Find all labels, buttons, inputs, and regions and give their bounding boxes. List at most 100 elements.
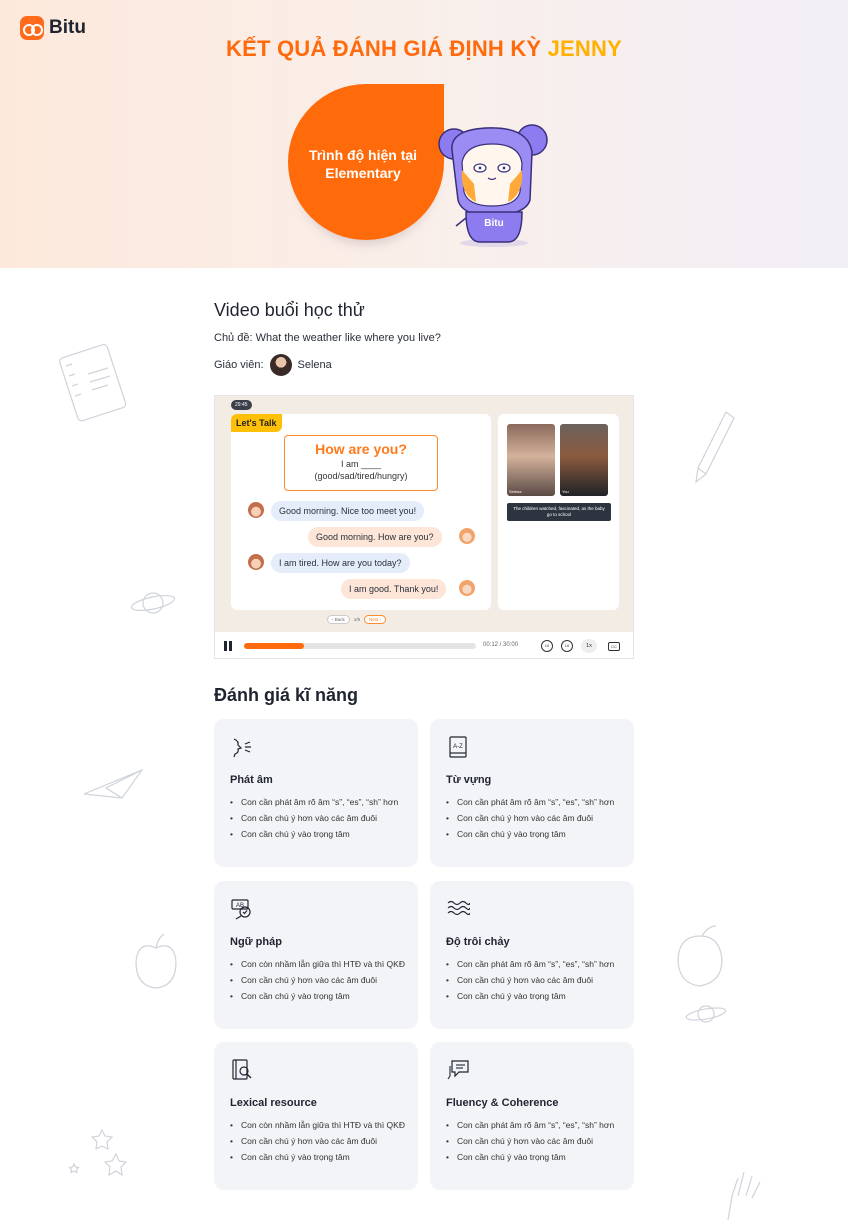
- page-title: KẾT QUẢ ĐÁNH GIÁ ĐỊNH KỲ JENNY: [0, 36, 848, 62]
- fruit-planet-doodle: [677, 925, 727, 1023]
- skills-section-title: Đánh giá kĩ năng: [214, 685, 359, 705]
- lets-talk-tag: Let's Talk: [231, 414, 282, 432]
- svg-text:A-Z: A-Z: [453, 744, 463, 750]
- book-search-icon: [232, 1059, 252, 1080]
- skill-feedback-list: Con cần phát âm rõ âm “s”, “es”, “sh” hơ…: [446, 797, 626, 845]
- girl-avatar: [459, 580, 475, 596]
- teacher-camera: Selena: [507, 424, 555, 496]
- pause-icon[interactable]: [223, 641, 233, 651]
- skill-feedback-list: Con cần phát âm rõ âm “s”, “es”, “sh” hơ…: [446, 1120, 626, 1168]
- grammar-check-icon: AB: [231, 899, 251, 920]
- student-name: JENNY: [547, 36, 622, 61]
- skill-title: Ngữ pháp: [230, 936, 282, 948]
- mascot-illustration: Bitu: [438, 124, 548, 247]
- feedback-item: Con cần chú ý vào trọng tâm: [446, 991, 626, 1002]
- planet-doodle: [130, 592, 176, 614]
- forward-10-icon[interactable]: 10: [561, 640, 573, 652]
- chat-message: I am tired. How are you today?: [271, 553, 410, 573]
- teacher-name: Selena: [297, 359, 332, 371]
- teacher-camera-label: Selena: [509, 489, 522, 494]
- camera-panel: Selena You The children watched, fascina…: [498, 414, 619, 610]
- feedback-item: Con cần phát âm rõ âm “s”, “es”, “sh” hơ…: [230, 797, 410, 808]
- apple-doodle: [135, 933, 177, 989]
- video-section: Video buổi học thử: [214, 300, 634, 321]
- captions-icon[interactable]: CC: [608, 642, 620, 651]
- level-value: Elementary: [325, 165, 401, 181]
- video-player[interactable]: 29:45 Let's Talk How are you? I am ____ …: [214, 395, 634, 659]
- dictionary-icon: A-Z: [449, 736, 467, 758]
- notebook-doodle: [59, 344, 127, 422]
- video-progress-bar[interactable]: [244, 643, 476, 649]
- skill-title: Độ trôi chảy: [446, 936, 510, 948]
- mascot-label: Bitu: [484, 218, 503, 229]
- skill-card-pronunciation: Phát âm Con cần phát âm rõ âm “s”, “es”,…: [214, 719, 418, 867]
- feedback-item: Con cần chú ý hơn vào các âm đuôi: [230, 813, 410, 824]
- feedback-item: Con cần phát âm rõ âm “s”, “es”, “sh” hơ…: [446, 797, 626, 808]
- rewind-10-icon[interactable]: 10: [541, 640, 553, 652]
- feedback-item: Con còn nhầm lẫn giữa thì HTĐ và thì QKĐ: [230, 959, 410, 970]
- chat-message: Good morning. Nice too meet you!: [271, 501, 425, 521]
- feedback-item: Con cần chú ý vào trọng tâm: [446, 1152, 626, 1163]
- question-box: How are you? I am ____ (good/sad/tired/h…: [284, 435, 438, 491]
- video-controls: 00:12 / 30:00 10 10 1x CC: [215, 632, 633, 658]
- video-subtitle: The children watched, fascinated, as the…: [507, 503, 611, 521]
- skill-title: Phát âm: [230, 774, 273, 786]
- question-title: How are you?: [315, 441, 407, 457]
- feedback-item: Con cần chú ý hơn vào các âm đuôi: [230, 975, 410, 986]
- video-time-badge: 29:45: [231, 400, 252, 410]
- teacher-avatar: [269, 354, 292, 376]
- skill-feedback-list: Con còn nhầm lẫn giữa thì HTĐ và thì QKĐ…: [230, 959, 410, 1007]
- feedback-item: Con cần chú ý vào trọng tâm: [230, 991, 410, 1002]
- skill-card-fluency-coherence: Fluency & Coherence Con cần phát âm rõ â…: [430, 1042, 634, 1190]
- student-camera-label: You: [562, 489, 569, 494]
- feedback-item: Con cần chú ý hơn vào các âm đuôi: [446, 1136, 626, 1147]
- teacher-info: Giáo viên: Selena: [214, 354, 332, 376]
- answer-options: (good/sad/tired/hungry): [314, 471, 408, 481]
- back-button[interactable]: ‹ Back: [327, 615, 350, 624]
- chat-message: I am good. Thank you!: [341, 579, 447, 599]
- answer-prompt: I am ____: [340, 459, 382, 469]
- playback-speed-button[interactable]: 1x: [581, 639, 597, 653]
- feedback-item: Con cần chú ý vào trọng tâm: [230, 1152, 410, 1163]
- paper-plane-doodle: [83, 768, 144, 799]
- pencil-doodle: [695, 411, 735, 484]
- mouth-speaking-icon: [233, 738, 251, 758]
- feedback-item: Con cần chú ý vào trọng tâm: [230, 829, 410, 840]
- skill-feedback-list: Con còn nhầm lẫn giữa thì HTĐ và thì QKĐ…: [230, 1120, 410, 1168]
- skill-title: Fluency & Coherence: [446, 1097, 559, 1109]
- feedback-item: Con còn nhầm lẫn giữa thì HTĐ và thì QKĐ: [230, 1120, 410, 1131]
- video-section-title: Video buổi học thử: [214, 300, 365, 320]
- teacher-label: Giáo viên:: [214, 359, 264, 371]
- slide-pager: ‹ Back 1/9 Next ›: [327, 615, 387, 624]
- skill-card-grammar: AB Ngữ pháp Con còn nhầm lẫn giữa thì HT…: [214, 881, 418, 1029]
- feedback-item: Con cần chú ý hơn vào các âm đuôi: [446, 813, 626, 824]
- student-camera: You: [560, 424, 608, 496]
- waves-icon: [447, 900, 470, 916]
- chat-icon: [447, 1060, 469, 1080]
- feedback-item: Con cần phát âm rõ âm “s”, “es”, “sh” hơ…: [446, 1120, 626, 1131]
- feedback-item: Con cần chú ý vào trọng tâm: [446, 829, 626, 840]
- chat-message: Good morning. How are you?: [308, 527, 442, 547]
- level-text: Trình độ hiện tại Elementary: [288, 146, 438, 182]
- level-label: Trình độ hiện tại: [308, 147, 418, 163]
- skill-card-lexical-resource: Lexical resource Con còn nhầm lẫn giữa t…: [214, 1042, 418, 1190]
- skill-title: Từ vựng: [446, 774, 492, 786]
- next-button[interactable]: Next ›: [364, 615, 387, 624]
- hand-doodle: [727, 1171, 761, 1220]
- page-title-prefix: KẾT QUẢ ĐÁNH GIÁ ĐỊNH KỲ: [226, 36, 542, 61]
- feedback-item: Con cần chú ý hơn vào các âm đuôi: [230, 1136, 410, 1147]
- lesson-slide: Let's Talk How are you? I am ____ (good/…: [231, 414, 491, 610]
- page-indicator: 1/9: [353, 617, 361, 622]
- girl-avatar: [459, 528, 475, 544]
- video-time: 00:12 / 30:00: [483, 642, 519, 648]
- skill-card-vocabulary: A-Z Từ vựng Con cần phát âm rõ âm “s”, “…: [430, 719, 634, 867]
- stars-doodle: [68, 1128, 128, 1177]
- skill-card-fluency: Độ trôi chảy Con cần phát âm rõ âm “s”, …: [430, 881, 634, 1029]
- kid-avatar: [248, 554, 264, 570]
- feedback-item: Con cần chú ý hơn vào các âm đuôi: [446, 975, 626, 986]
- kid-avatar: [248, 502, 264, 518]
- skill-title: Lexical resource: [230, 1097, 317, 1109]
- feedback-item: Con cần phát âm rõ âm “s”, “es”, “sh” hơ…: [446, 959, 626, 970]
- video-progress-fill: [244, 643, 305, 649]
- lesson-topic: Chủ đề: What the weather like where you …: [214, 332, 441, 344]
